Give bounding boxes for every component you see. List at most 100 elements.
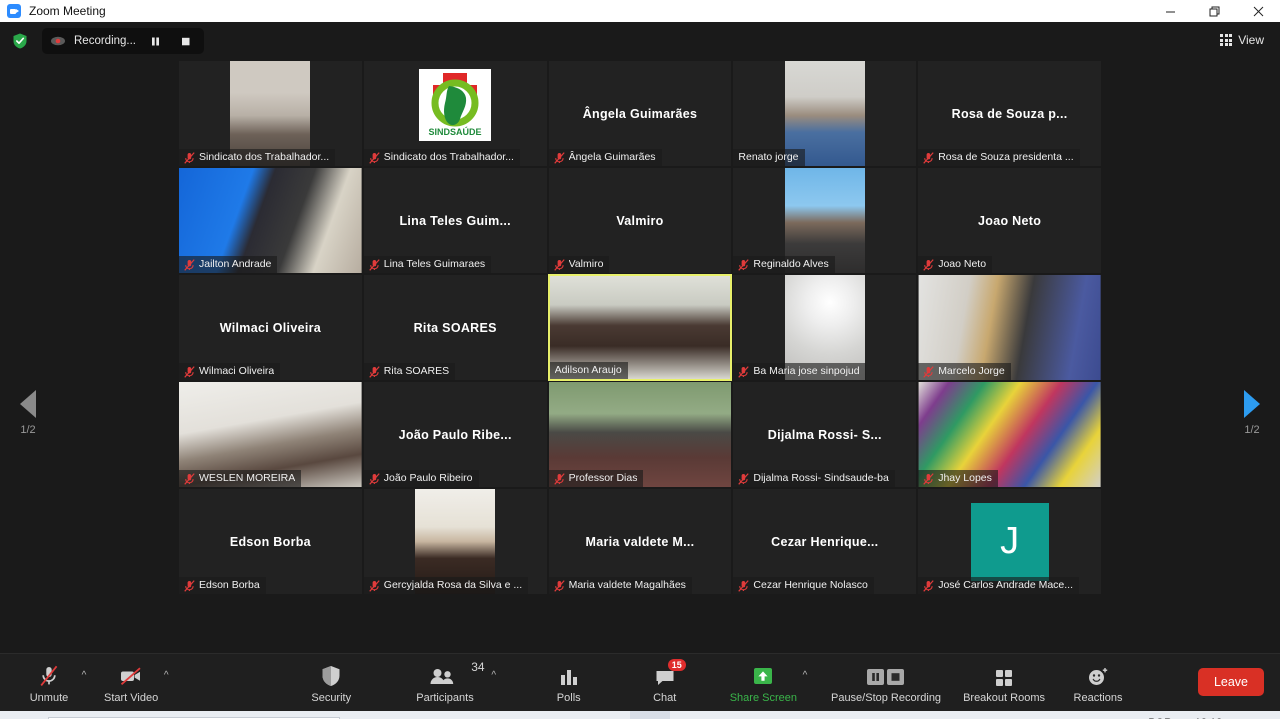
start-video-button[interactable]: Start Video xyxy=(104,655,158,711)
participant-tile[interactable]: Sindicato dos Trabalhador... xyxy=(178,60,363,167)
participant-tile[interactable]: SINDSAÚDE Sindicato dos Trabalhador... xyxy=(362,60,548,167)
participant-tile[interactable]: Gercyjalda Rosa da Silva e ... xyxy=(362,488,548,595)
microphone-muted-icon xyxy=(184,258,195,271)
participant-name-label: WESLEN MOREIRA xyxy=(199,472,296,484)
participant-tile[interactable]: Valmiro Valmiro xyxy=(547,167,733,274)
participant-tile[interactable]: Renato jorge xyxy=(732,60,918,167)
minimize-icon[interactable] xyxy=(1148,0,1192,22)
microphone-muted-icon xyxy=(738,579,750,592)
close-icon[interactable] xyxy=(1236,0,1280,22)
participant-name-label: Jhay Lopes xyxy=(938,472,992,484)
pause-icon[interactable] xyxy=(144,31,166,51)
microphone-muted-icon xyxy=(553,258,565,271)
participants-button[interactable]: Participants 34 xyxy=(416,655,484,711)
microphone-muted-icon xyxy=(184,472,195,485)
unmute-chevron-up-icon[interactable]: ^ xyxy=(78,670,90,681)
chrome-icon[interactable] xyxy=(446,711,486,719)
task-view-icon[interactable] xyxy=(400,711,440,719)
participant-name-bar: Reginaldo Alves xyxy=(733,256,835,273)
participant-name-bar: Jailton Andrade xyxy=(179,256,278,273)
zoom-icon xyxy=(7,4,21,18)
microphone-muted-icon xyxy=(369,365,380,378)
microphone-muted-icon xyxy=(369,258,380,271)
participant-tile[interactable]: Joao Neto Joao Neto xyxy=(917,167,1102,274)
participant-tile[interactable]: Marcelo Jorge xyxy=(917,274,1102,381)
previous-page-control[interactable]: 1/2 xyxy=(0,390,56,436)
participant-tile[interactable]: Ba Maria jose sinpojud xyxy=(732,274,918,381)
participant-name-label: José Carlos Andrade Mace... xyxy=(938,579,1074,591)
participant-tile[interactable]: Wilmaci Oliveira Wilmaci Oliveira xyxy=(178,274,363,381)
microphone-muted-icon xyxy=(184,579,195,592)
calculator-icon[interactable] xyxy=(584,711,624,719)
page-indicator-right: 1/2 xyxy=(1244,424,1260,436)
participant-name-label: Sindicato dos Trabalhador... xyxy=(199,151,330,163)
polls-button[interactable]: Polls xyxy=(542,655,596,711)
participant-name-bar: WESLEN MOREIRA xyxy=(179,470,302,487)
view-button[interactable]: View xyxy=(1214,31,1270,49)
file-explorer-icon[interactable] xyxy=(492,711,532,719)
stop-icon[interactable] xyxy=(174,31,196,51)
participant-tile[interactable]: Lina Teles Guim... Lina Teles Guimaraes xyxy=(362,167,548,274)
shield-check-icon[interactable] xyxy=(10,31,30,51)
breakout-rooms-button[interactable]: Breakout Rooms xyxy=(963,655,1045,711)
participant-tile[interactable]: Rita SOARES Rita SOARES xyxy=(362,274,548,381)
participant-name-label: Cezar Henrique Nolasco xyxy=(753,579,868,591)
participant-name-label: Edson Borba xyxy=(199,579,260,591)
pause-stop-recording-button[interactable]: Pause/Stop Recording xyxy=(831,655,941,711)
chevron-right-icon[interactable] xyxy=(1244,390,1260,418)
participant-grid: Sindicato dos Trabalhador... SINDSAÚDE Sin… xyxy=(178,60,1102,595)
participant-tile[interactable]: Cezar Henrique... Cezar Henrique Nolasco xyxy=(732,488,918,595)
participant-name-label: Ba Maria jose sinpojud xyxy=(753,365,860,377)
chat-button[interactable]: 15 Chat xyxy=(638,655,692,711)
restore-icon[interactable] xyxy=(1192,0,1236,22)
participant-name-label: Rosa de Souza presidenta ... xyxy=(938,151,1074,163)
participant-tile[interactable]: Professor Dias xyxy=(547,381,733,488)
security-button[interactable]: Security xyxy=(304,655,358,711)
participant-tile[interactable]: Ângela Guimarães Ângela Guimarães xyxy=(547,60,733,167)
avatar: J xyxy=(970,502,1049,581)
microphone-muted-icon xyxy=(369,151,380,164)
microphone-muted-icon xyxy=(923,365,934,378)
microphone-muted-icon xyxy=(923,258,934,271)
participant-name-label: Gercyjalda Rosa da Silva e ... xyxy=(383,579,523,591)
participant-tile[interactable]: Reginaldo Alves xyxy=(732,167,918,274)
participant-tile[interactable]: Jailton Andrade xyxy=(178,167,363,274)
recording-label: Recording... xyxy=(74,35,137,47)
shield-icon xyxy=(320,662,342,688)
windows-logo-icon[interactable] xyxy=(0,711,48,719)
participant-tile[interactable]: WESLEN MOREIRA xyxy=(178,381,363,488)
share-screen-button[interactable]: Share Screen xyxy=(730,655,797,711)
zoom-icon[interactable] xyxy=(630,711,670,719)
microphone-muted-icon xyxy=(184,151,195,164)
participants-chevron-up-icon[interactable]: ^ xyxy=(488,670,500,681)
participant-tile[interactable]: Dijalma Rossi- S... Dijalma Rossi- Sindsa… xyxy=(732,381,918,488)
recording-cloud-icon xyxy=(50,33,66,49)
participant-tile[interactable]: Maria valdete M... Maria valdete Magalhãe… xyxy=(547,488,733,595)
breakout-rooms-label: Breakout Rooms xyxy=(963,691,1045,704)
microphone-muted-icon xyxy=(923,472,934,485)
participant-name-bar: Sindicato dos Trabalhador... xyxy=(363,149,520,166)
participant-tile[interactable]: J José Carlos Andrade Mace... xyxy=(917,488,1102,595)
participant-tile[interactable]: Adilson Araujo xyxy=(547,274,733,381)
cortana-circle-icon[interactable] xyxy=(354,711,394,719)
view-button-label: View xyxy=(1238,33,1264,47)
share-screen-chevron-up-icon[interactable]: ^ xyxy=(799,670,811,681)
participant-tile[interactable]: Jhay Lopes xyxy=(917,381,1102,488)
leave-button[interactable]: Leave xyxy=(1197,668,1264,696)
participant-tile[interactable]: Edson Borba Edson Borba xyxy=(178,488,363,595)
office-icon[interactable] xyxy=(538,711,578,719)
participant-name-bar: Cezar Henrique Nolasco xyxy=(733,577,874,594)
participant-name-label: Jailton Andrade xyxy=(199,258,272,270)
start-video-chevron-up-icon[interactable]: ^ xyxy=(160,670,172,681)
participant-name-label: Valmiro xyxy=(568,258,604,270)
next-page-control[interactable]: 1/2 xyxy=(1224,390,1280,436)
chevron-left-icon[interactable] xyxy=(20,390,36,418)
system-tray: 25°C Parc. nublado xyxy=(863,711,1280,719)
page-indicator-left: 1/2 xyxy=(20,424,36,436)
svg-text:SINDSAÚDE: SINDSAÚDE xyxy=(429,126,482,137)
participant-tile[interactable]: Rosa de Souza p... Rosa de Souza presiden… xyxy=(917,60,1102,167)
participant-tile[interactable]: João Paulo Ribe... João Paulo Ribeiro xyxy=(362,381,548,488)
reactions-button[interactable]: Reactions xyxy=(1071,655,1125,711)
unmute-label: Unmute xyxy=(29,691,69,704)
unmute-button[interactable]: Unmute xyxy=(22,655,76,711)
